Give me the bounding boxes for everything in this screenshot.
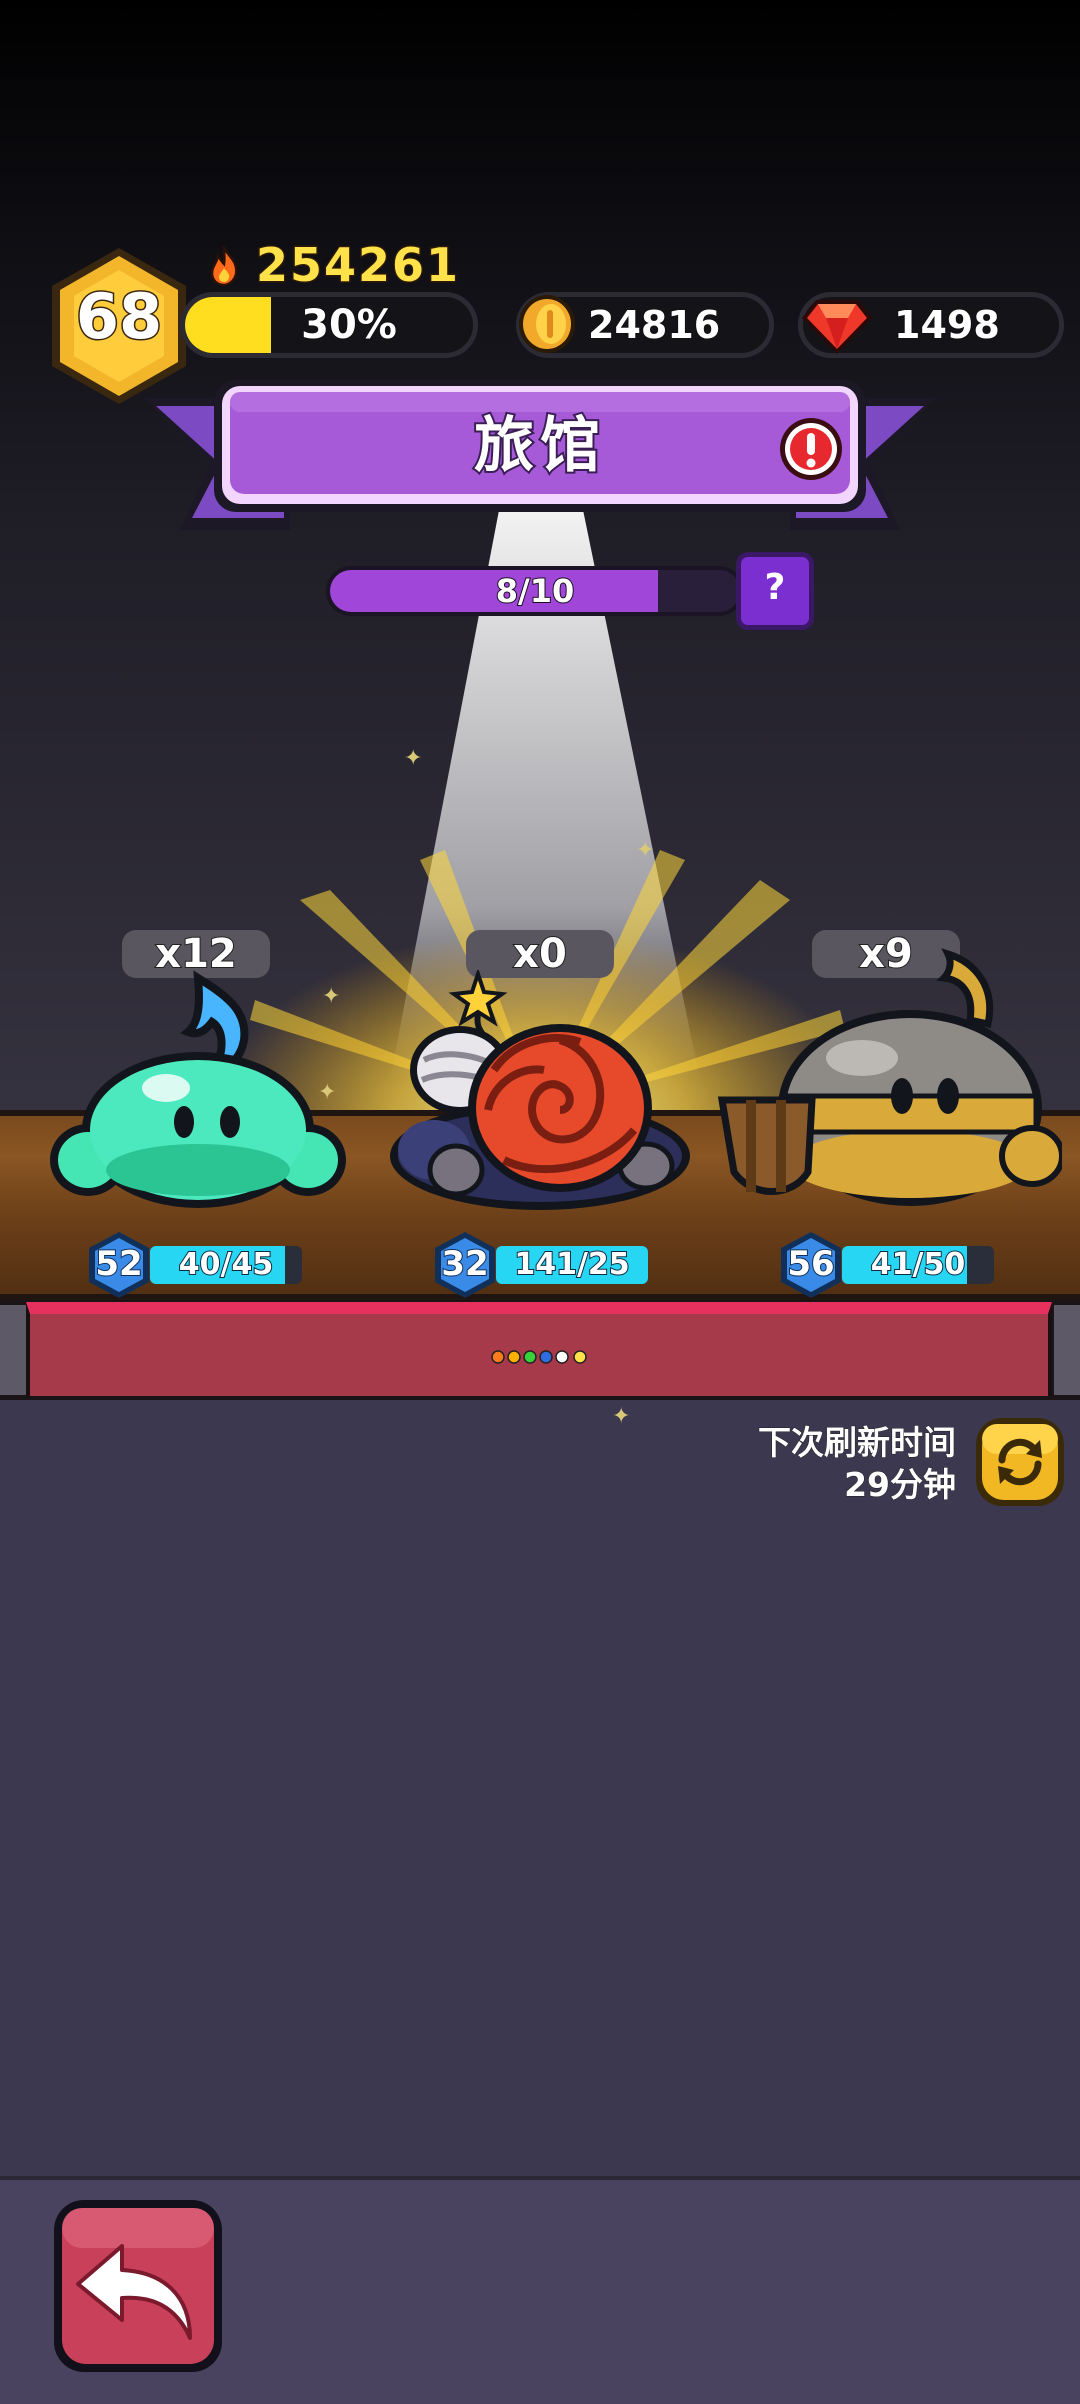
back-arrow-icon[interactable]	[52, 2198, 224, 2374]
shelf-cap-left	[0, 1305, 26, 1395]
monster-hp-bar: 41/50	[842, 1246, 994, 1284]
shelf-cap-right	[1054, 1305, 1080, 1395]
coin-value: 24816	[587, 302, 721, 348]
sparkle-icon: ✦	[636, 838, 655, 863]
flame-icon	[204, 243, 244, 287]
monster-level: 52	[94, 1243, 143, 1285]
question-icon: ?	[764, 567, 786, 608]
slot-progress-bar: 8/10	[326, 566, 744, 616]
monster-level: 32	[440, 1243, 489, 1285]
exp-percent: 30%	[300, 301, 398, 349]
sparkle-icon: ✦	[404, 746, 423, 771]
exp-bar: 30%	[180, 292, 478, 358]
power-value: 254261	[254, 237, 461, 294]
panel-background	[0, 1400, 1080, 2180]
refresh-time: 29分钟	[844, 1465, 957, 1505]
green-slime-sprite[interactable]	[48, 970, 348, 1214]
refresh-icon[interactable]	[974, 1416, 1066, 1508]
player-level: 68	[74, 279, 163, 355]
bomb-snail-sprite[interactable]	[384, 970, 696, 1214]
monster-level: 56	[786, 1243, 835, 1285]
monster-hp-bar: 141/25	[496, 1246, 648, 1284]
exclamation-icon[interactable]	[778, 416, 844, 482]
armored-slime-sprite[interactable]	[712, 946, 1062, 1214]
monster-hp: 41/50	[870, 1246, 966, 1283]
refresh-label: 下次刷新时间	[758, 1423, 957, 1463]
gem-value: 1498	[893, 302, 1001, 348]
ruby-icon	[802, 300, 872, 354]
sparkle-icon: ✦	[612, 1404, 631, 1429]
page-dots	[491, 1350, 587, 1364]
monster-hp: 141/25	[513, 1246, 630, 1283]
monster-hp-bar: 40/45	[150, 1246, 302, 1284]
coin-icon	[519, 295, 575, 353]
slot-progress-label: 8/10	[495, 571, 575, 611]
monster-hp: 40/45	[178, 1246, 274, 1283]
page-title: 旅馆	[472, 409, 606, 483]
